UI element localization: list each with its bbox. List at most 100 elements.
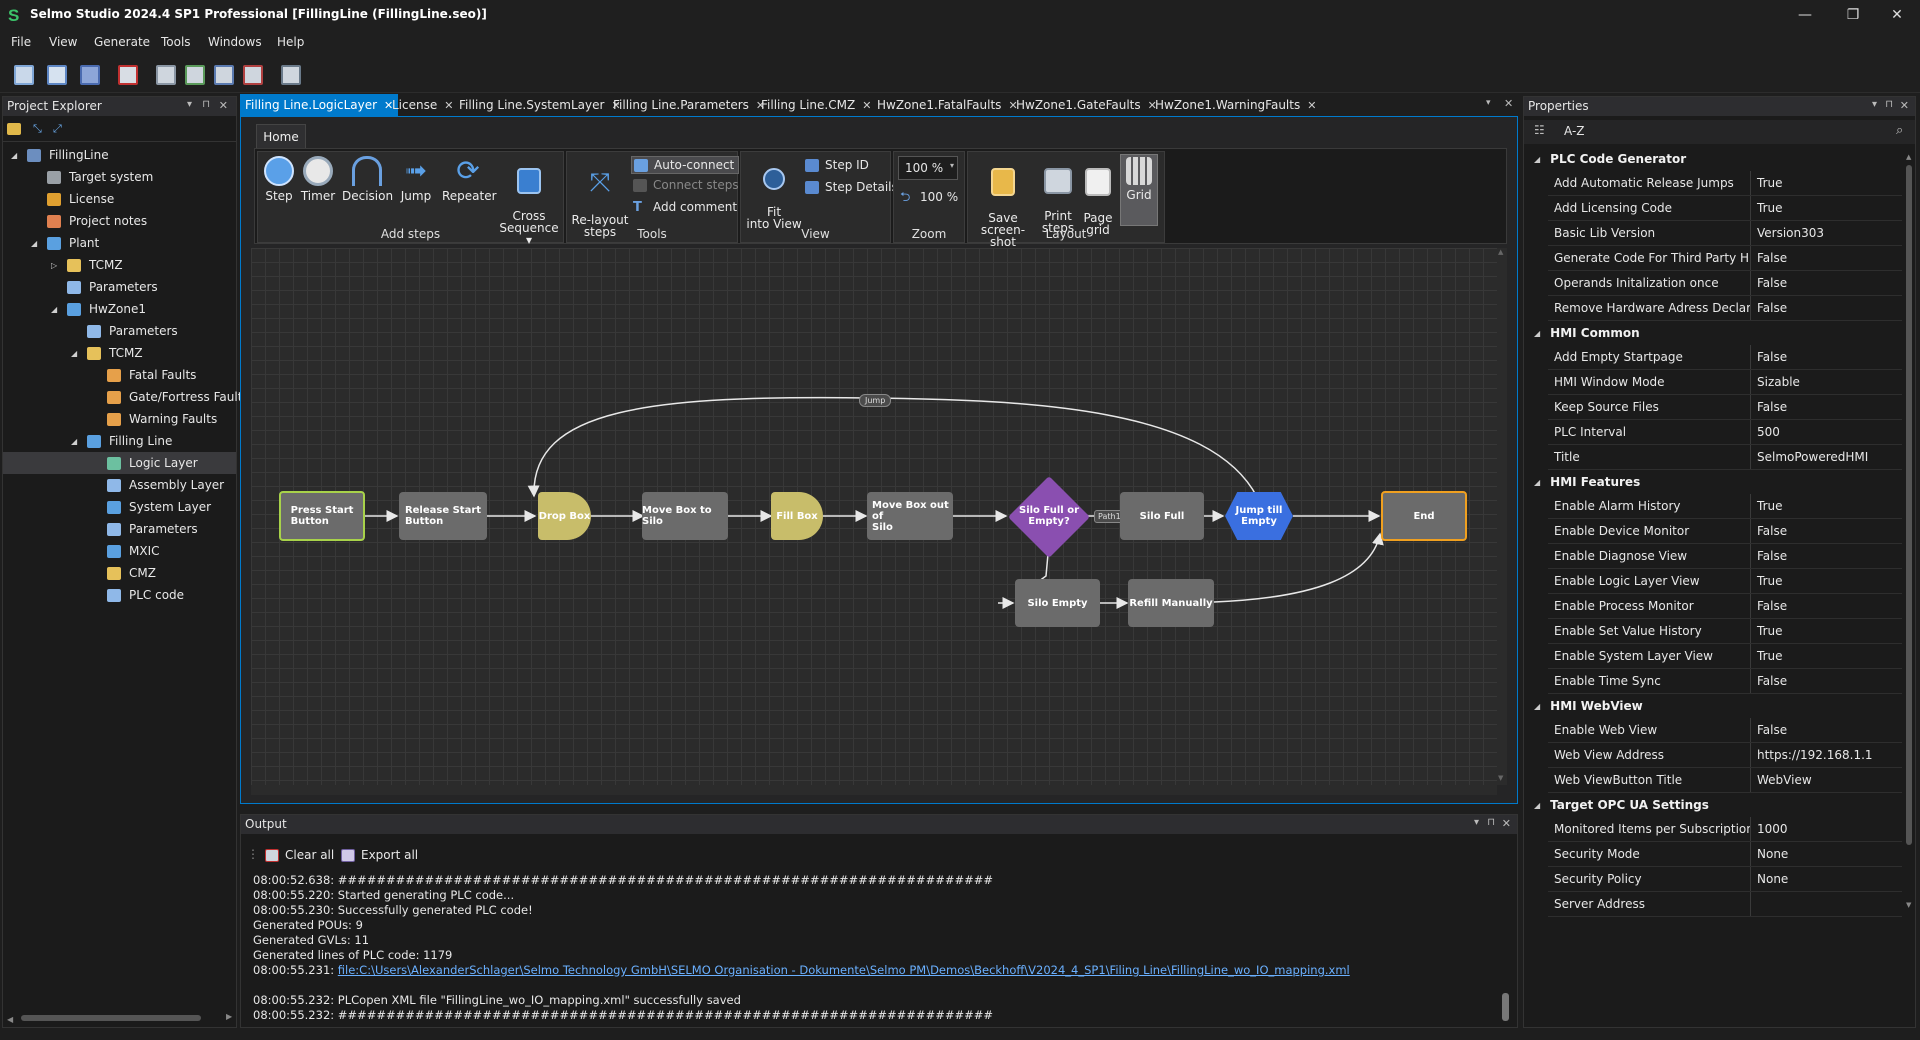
collapse-arrow-icon[interactable]: ◢ (31, 239, 37, 248)
property-value[interactable]: 500 (1751, 425, 1780, 439)
property-row[interactable]: Enable Process Monitor False (1548, 594, 1902, 619)
panel-dropdown-icon[interactable]: ▾ (187, 99, 192, 110)
scrollbar-thumb[interactable] (1906, 165, 1912, 845)
system-view-icon[interactable] (185, 65, 205, 85)
step-refill-manually[interactable]: Refill Manually (1128, 579, 1214, 627)
property-row[interactable]: Enable Set Value History True (1548, 619, 1902, 644)
reset-zoom-button[interactable]: ⮌ 100 % (900, 190, 958, 204)
fit-into-view-button[interactable]: Fit into View (745, 156, 803, 230)
collapse-arrow-icon[interactable]: ◢ (71, 437, 77, 446)
property-value[interactable]: True (1751, 624, 1783, 638)
property-value[interactable]: False (1751, 276, 1787, 290)
property-row[interactable]: Monitored Items per Subscription 1000 (1548, 817, 1902, 842)
print-steps-button[interactable]: Print steps (1038, 156, 1078, 234)
property-value[interactable]: True (1751, 649, 1783, 663)
minimize-button[interactable]: — (1782, 0, 1828, 30)
jump-button[interactable]: ➟ Jump (398, 156, 434, 202)
scroll-right-icon[interactable]: ▶ (226, 1012, 232, 1021)
property-value[interactable]: 1000 (1751, 822, 1788, 836)
tree-item[interactable]: ◢ HwZone1 (3, 298, 236, 320)
property-category[interactable]: ◢ HMI Features (1526, 470, 1902, 494)
layer-view-icon[interactable] (156, 65, 176, 85)
scroll-down-icon[interactable]: ▼ (1498, 774, 1503, 782)
panel-dropdown-icon[interactable]: ▾ (1872, 99, 1877, 110)
tab-list-icon[interactable]: ▾ (1486, 98, 1491, 108)
collapse-arrow-icon[interactable]: ◢ (1534, 702, 1540, 711)
step-silo-empty[interactable]: Silo Empty (1015, 579, 1100, 627)
export-code-icon[interactable] (243, 65, 263, 85)
tab-gate-faults[interactable]: HwZone1.GateFaults ✕ (1011, 94, 1162, 116)
zoom-combo[interactable]: 100 % ▾ (898, 156, 958, 180)
tree-item[interactable]: CMZ (3, 562, 236, 584)
menu-view[interactable]: View (49, 35, 77, 49)
close-panel-icon[interactable]: ✕ (1502, 817, 1511, 830)
close-project-icon[interactable] (118, 65, 138, 85)
tree-item[interactable]: ◢ TCMZ (3, 342, 236, 364)
decision-button[interactable]: Decision (342, 156, 393, 202)
scroll-up-icon[interactable]: ▲ (1498, 248, 1503, 256)
relayout-steps-button[interactable]: ⤧ Re-layout steps (571, 156, 629, 238)
collapse-arrow-icon[interactable]: ◢ (1534, 801, 1540, 810)
collapse-arrow-icon[interactable]: ◢ (51, 305, 57, 314)
close-tab-icon[interactable]: ✕ (444, 99, 453, 112)
property-row[interactable]: Enable System Layer View True (1548, 644, 1902, 669)
tree-item[interactable]: Warning Faults (3, 408, 236, 430)
tree-item[interactable]: MXIC (3, 540, 236, 562)
property-row[interactable]: Operands Initalization once False (1548, 271, 1902, 296)
tree-item[interactable]: ◢ Plant (3, 232, 236, 254)
property-row[interactable]: Enable Alarm History True (1548, 494, 1902, 519)
tab-logic-layer[interactable]: Filling Line.LogicLayer ✕ (240, 94, 399, 116)
properties-scrollbar[interactable]: ▲ ▼ (1904, 153, 1914, 913)
collapse-arrow-icon[interactable]: ◢ (1534, 478, 1540, 487)
scroll-down-icon[interactable]: ▼ (1906, 901, 1911, 909)
collapse-arrow-icon[interactable]: ◢ (1534, 155, 1540, 164)
scrollbar-thumb[interactable] (1502, 993, 1509, 1021)
step-press-start-button[interactable]: Press Start Button (279, 491, 365, 541)
property-value[interactable]: None (1751, 847, 1788, 861)
tree-item[interactable]: License (3, 188, 236, 210)
property-value[interactable]: SelmoPoweredHMI (1751, 450, 1868, 464)
auto-connect-toggle[interactable]: Auto-connect (631, 156, 740, 174)
close-window-button[interactable]: ✕ (1874, 0, 1920, 30)
menu-generate[interactable]: Generate (94, 35, 150, 49)
tab-cmz[interactable]: Filling Line.CMZ ✕ (756, 94, 876, 116)
scroll-up-icon[interactable]: ▲ (1906, 153, 1911, 161)
output-vertical-scrollbar[interactable] (1501, 865, 1511, 1025)
add-comment-button[interactable]: T Add comment (633, 200, 737, 214)
property-row[interactable]: Enable Web View False (1548, 718, 1902, 743)
property-value[interactable]: Version303 (1751, 226, 1824, 240)
clear-all-button[interactable]: Clear all (265, 848, 334, 862)
property-value[interactable]: False (1751, 549, 1787, 563)
property-category[interactable]: ◢ HMI WebView (1526, 694, 1902, 718)
property-row[interactable]: Web ViewButton Title WebView (1548, 768, 1902, 793)
timer-drop-box[interactable]: Drop Box (538, 492, 591, 540)
property-row[interactable]: Web View Address https://192.168.1.1 (1548, 743, 1902, 768)
tree-item[interactable]: ◢ FillingLine (3, 144, 236, 166)
collapse-arrow-icon[interactable]: ◢ (1534, 329, 1540, 338)
jump-till-empty[interactable]: Jump till Empty (1225, 492, 1293, 540)
step-move-box-out-of-silo[interactable]: Move Box out of Silo (867, 492, 953, 540)
expand-all-icon[interactable]: ⤢ (53, 122, 62, 136)
timer-fill-box[interactable]: Fill Box (771, 492, 823, 540)
collapse-arrow-icon[interactable]: ◢ (11, 151, 17, 160)
property-value[interactable]: False (1751, 301, 1787, 315)
pin-icon[interactable]: ⊓ (202, 99, 210, 110)
collapse-arrow-icon[interactable]: ◢ (71, 349, 77, 358)
scroll-left-icon[interactable]: ◀ (7, 1015, 13, 1024)
property-value[interactable]: None (1751, 872, 1788, 886)
property-value[interactable]: False (1751, 723, 1787, 737)
tree-item[interactable]: Gate/Fortress Faults (3, 386, 249, 408)
export-all-button[interactable]: Export all (341, 848, 418, 862)
property-row[interactable]: Enable Diagnose View False (1548, 544, 1902, 569)
property-row[interactable]: Add Automatic Release Jumps True (1548, 171, 1902, 196)
menu-help[interactable]: Help (277, 35, 304, 49)
repeater-button[interactable]: ⟳ Repeater (442, 156, 497, 203)
property-category[interactable]: ◢ Target OPC UA Settings (1526, 793, 1902, 817)
open-project-icon[interactable] (47, 65, 67, 85)
new-project-icon[interactable] (14, 65, 34, 85)
property-value[interactable]: https://192.168.1.1 (1751, 748, 1873, 762)
property-row[interactable]: Add Licensing Code True (1548, 196, 1902, 221)
property-row[interactable]: HMI Window Mode Sizable (1548, 370, 1902, 395)
property-category[interactable]: ◢ HMI Common (1526, 321, 1902, 345)
step-release-start-button[interactable]: Release Start Button (399, 492, 487, 540)
